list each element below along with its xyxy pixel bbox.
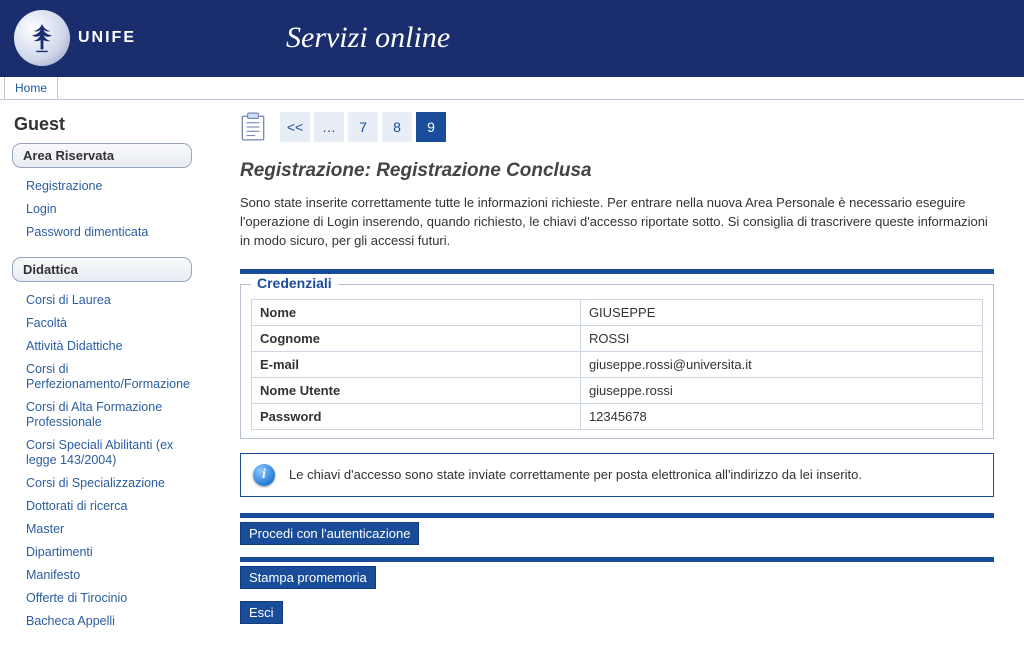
wizard-steps: <<…789 xyxy=(240,112,994,142)
sidebar-link-didattica-5[interactable]: Corsi Speciali Abilitanti (ex legge 143/… xyxy=(26,438,173,467)
sidebar-link-didattica-0[interactable]: Corsi di Laurea xyxy=(26,293,111,307)
sidebar-link-didattica-10[interactable]: Manifesto xyxy=(26,568,80,582)
print-button[interactable]: Stampa promemoria xyxy=(240,566,376,589)
sidebar-link-area-2[interactable]: Password dimenticata xyxy=(26,225,148,239)
sidebar-item: Dipartimenti xyxy=(12,540,192,563)
sidebar-list-didattica: Corsi di Laurea Facoltà Attività Didattich… xyxy=(12,288,192,632)
sidebar-link-didattica-1[interactable]: Facoltà xyxy=(26,316,67,330)
table-row: E-mailgiuseppe.rossi@universita.it xyxy=(252,351,983,377)
page-title: Registrazione: Registrazione Conclusa xyxy=(240,160,994,182)
cred-key: Nome xyxy=(252,299,581,325)
info-icon: i xyxy=(253,464,275,486)
sidebar-item: Facoltà xyxy=(12,311,192,334)
sidebar-user: Guest xyxy=(14,114,192,135)
table-row: CognomeROSSI xyxy=(252,325,983,351)
wizard-step-…[interactable]: … xyxy=(314,112,344,142)
sidebar-link-didattica-11[interactable]: Offerte di Tirocinio xyxy=(26,591,127,605)
sidebar-link-didattica-8[interactable]: Master xyxy=(26,522,64,536)
sidebar-link-didattica-3[interactable]: Corsi di Perfezionamento/Formazione xyxy=(26,362,190,391)
app-header: UNIFE Servizi online xyxy=(0,0,1024,76)
table-row: Password12345678 xyxy=(252,403,983,429)
sidebar-link-area-0[interactable]: Registrazione xyxy=(26,179,102,193)
wizard-step-8[interactable]: 8 xyxy=(382,112,412,142)
sidebar: Guest Area Riservata Registrazione Login P… xyxy=(0,100,200,666)
sidebar-item: Password dimenticata xyxy=(12,220,192,243)
cred-key: Nome Utente xyxy=(252,377,581,403)
proceed-button[interactable]: Procedi con l'autenticazione xyxy=(240,522,419,545)
cred-key: Password xyxy=(252,403,581,429)
sidebar-item: Attività Didattiche xyxy=(12,334,192,357)
brand-logo-icon xyxy=(14,10,70,66)
wizard-step-<<[interactable]: << xyxy=(280,112,310,142)
button-row-exit: Esci xyxy=(240,601,994,624)
main-content: <<…789 Registrazione: Registrazione Conc… xyxy=(200,100,1024,666)
breadcrumb-home[interactable]: Home xyxy=(4,77,58,99)
sidebar-item: Corsi di Alta Formazione Professionale xyxy=(12,395,192,433)
page-intro: Sono state inserite correttamente tutte … xyxy=(240,194,994,251)
button-row-proceed: Procedi con l'autenticazione xyxy=(240,513,994,545)
cred-value: giuseppe.rossi xyxy=(580,377,982,403)
sidebar-item: Corsi Speciali Abilitanti (ex legge 143/… xyxy=(12,433,192,471)
checklist-icon xyxy=(240,112,266,142)
sidebar-link-didattica-7[interactable]: Dottorati di ricerca xyxy=(26,499,127,513)
wizard-step-9[interactable]: 9 xyxy=(416,112,446,142)
cred-value: giuseppe.rossi@universita.it xyxy=(580,351,982,377)
sidebar-item: Login xyxy=(12,197,192,220)
sidebar-link-didattica-6[interactable]: Corsi di Specializzazione xyxy=(26,476,165,490)
credentials-fieldset: Credenziali NomeGIUSEPPECognomeROSSIE-ma… xyxy=(240,284,994,439)
sidebar-item: Registrazione xyxy=(12,174,192,197)
credentials-table: NomeGIUSEPPECognomeROSSIE-mailgiuseppe.r… xyxy=(251,299,983,430)
sidebar-link-didattica-12[interactable]: Bacheca Appelli xyxy=(26,614,115,628)
sidebar-item: Bacheca Appelli xyxy=(12,609,192,632)
brand-name: UNIFE xyxy=(78,29,136,47)
sidebar-item: Corsi di Perfezionamento/Formazione xyxy=(12,357,192,395)
cred-value: ROSSI xyxy=(580,325,982,351)
credentials-legend: Credenziali xyxy=(251,275,338,291)
sidebar-item: Master xyxy=(12,517,192,540)
sidebar-link-didattica-2[interactable]: Attività Didattiche xyxy=(26,339,123,353)
info-message: Le chiavi d'accesso sono state inviate c… xyxy=(289,467,862,482)
breadcrumb: Home xyxy=(0,76,1024,100)
info-box: i Le chiavi d'accesso sono state inviate… xyxy=(240,453,994,497)
sidebar-item: Dottorati di ricerca xyxy=(12,494,192,517)
sidebar-item: Manifesto xyxy=(12,563,192,586)
button-row-print: Stampa promemoria xyxy=(240,557,994,589)
cred-value: GIUSEPPE xyxy=(580,299,982,325)
sidebar-section-didattica: Didattica xyxy=(12,257,192,282)
sidebar-link-didattica-4[interactable]: Corsi di Alta Formazione Professionale xyxy=(26,400,162,429)
cred-key: E-mail xyxy=(252,351,581,377)
service-title: Servizi online xyxy=(286,21,450,55)
cred-key: Cognome xyxy=(252,325,581,351)
sidebar-list-area-riservata: Registrazione Login Password dimenticata xyxy=(12,174,192,243)
section-topbar xyxy=(240,269,994,274)
table-row: Nome Utentegiuseppe.rossi xyxy=(252,377,983,403)
sidebar-link-area-1[interactable]: Login xyxy=(26,202,57,216)
cred-value: 12345678 xyxy=(580,403,982,429)
exit-button[interactable]: Esci xyxy=(240,601,283,624)
sidebar-section-area-riservata: Area Riservata xyxy=(12,143,192,168)
sidebar-item: Offerte di Tirocinio xyxy=(12,586,192,609)
brand: UNIFE xyxy=(0,10,136,66)
sidebar-item: Corsi di Specializzazione xyxy=(12,471,192,494)
wizard-step-7[interactable]: 7 xyxy=(348,112,378,142)
table-row: NomeGIUSEPPE xyxy=(252,299,983,325)
sidebar-item: Corsi di Laurea xyxy=(12,288,192,311)
sidebar-link-didattica-9[interactable]: Dipartimenti xyxy=(26,545,93,559)
